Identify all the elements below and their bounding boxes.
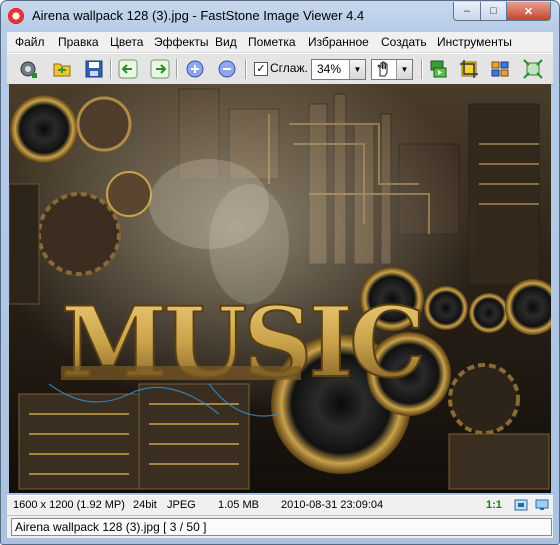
image-info-bar: 1600 x 1200 (1.92 MP) 24bit JPEG 1.05 MB…: [7, 495, 553, 516]
browser-icon[interactable]: [17, 58, 39, 80]
hand-tool-icon: [375, 60, 393, 81]
menu-edit[interactable]: Правка: [58, 35, 99, 49]
toolbar-separator: [245, 59, 246, 79]
menu-mark[interactable]: Пометка: [248, 35, 296, 49]
toolbar: ✓ Сглаж. 34% ▼ ▼: [7, 53, 553, 85]
crop-icon[interactable]: [458, 58, 480, 80]
fit-window-icon[interactable]: [514, 499, 528, 511]
menu-file[interactable]: Файл: [15, 35, 45, 49]
file-size: 1.05 MB: [218, 499, 259, 511]
file-datetime: 2010-08-31 23:09:04: [281, 499, 384, 511]
chevron-down-icon[interactable]: ▼: [396, 60, 412, 79]
app-icon: [8, 8, 24, 24]
toolbar-separator: [110, 59, 111, 79]
smooth-label: Сглаж.: [270, 61, 308, 75]
app-window: Airena wallpack 128 (3).jpg - FastStone …: [0, 0, 560, 545]
previous-arrow-icon[interactable]: [117, 58, 139, 80]
wallpaper-image: MUSIC: [9, 84, 551, 493]
menu-colors[interactable]: Цвета: [110, 35, 143, 49]
maximize-button[interactable]: □: [480, 2, 507, 21]
actual-size-button[interactable]: 1:1: [486, 499, 502, 511]
menu-view[interactable]: Вид: [215, 35, 237, 49]
title-bar[interactable]: Airena wallpack 128 (3).jpg - FastStone …: [1, 1, 559, 31]
menu-bar: Файл Правка Цвета Эффекты Вид Пометка Из…: [7, 32, 553, 53]
thumbnails-icon[interactable]: [489, 58, 511, 80]
menu-create[interactable]: Создать: [381, 35, 427, 49]
next-arrow-icon[interactable]: [149, 58, 171, 80]
smooth-checkbox[interactable]: ✓: [254, 62, 268, 76]
minimize-button[interactable]: –: [453, 2, 481, 21]
zoom-value: 34%: [317, 62, 342, 76]
file-name-position: Airena wallpack 128 (3).jpg [ 3 / 50 ]: [11, 518, 552, 536]
image-dimensions: 1600 x 1200 (1.92 MP): [13, 499, 125, 511]
open-folder-icon[interactable]: [51, 58, 73, 80]
save-disk-icon[interactable]: [83, 58, 105, 80]
toolbar-separator: [421, 59, 422, 79]
fullscreen-icon[interactable]: [522, 58, 544, 80]
image-format: JPEG: [167, 499, 196, 511]
chevron-down-icon[interactable]: ▼: [349, 60, 365, 79]
toolbar-separator: [176, 59, 177, 79]
file-status-bar: Airena wallpack 128 (3).jpg [ 3 / 50 ]: [7, 516, 553, 538]
window-title: Airena wallpack 128 (3).jpg - FastStone …: [32, 8, 365, 23]
menu-tools[interactable]: Инструменты: [437, 35, 512, 49]
bit-depth: 24bit: [133, 499, 157, 511]
zoom-select[interactable]: 34% ▼: [311, 59, 366, 80]
zoom-out-icon[interactable]: [216, 58, 238, 80]
slideshow-icon[interactable]: [427, 58, 449, 80]
close-button[interactable]: ✕: [506, 2, 551, 21]
menu-effects[interactable]: Эффекты: [154, 35, 209, 49]
music-text: MUSIC: [61, 286, 422, 399]
image-canvas[interactable]: MUSIC: [9, 84, 551, 493]
monitor-icon[interactable]: [535, 499, 549, 511]
zoom-in-icon[interactable]: [184, 58, 206, 80]
menu-favorites[interactable]: Избранное: [308, 35, 369, 49]
hand-tool-select[interactable]: ▼: [371, 59, 413, 80]
